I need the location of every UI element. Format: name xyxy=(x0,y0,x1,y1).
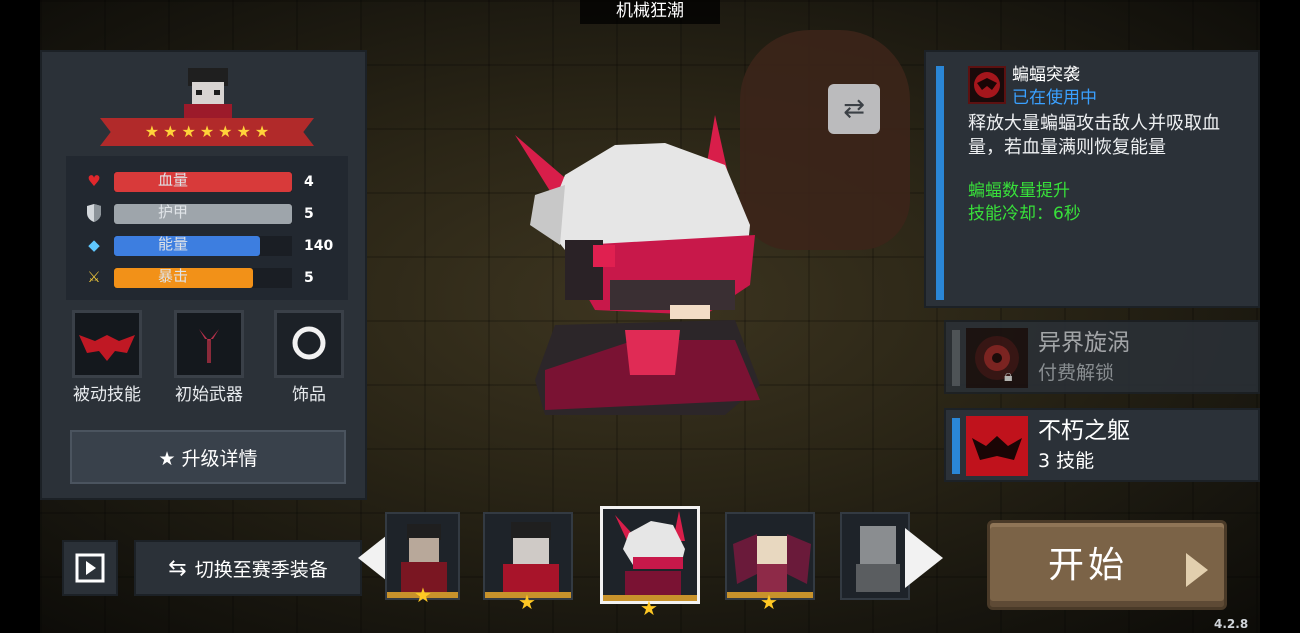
skill-buff-count: 蝙蝠数量提升 xyxy=(968,181,1070,201)
star-rating: ★ ★ ★ ★ ★ ★ ★ xyxy=(100,118,314,146)
start-label: 开始 xyxy=(1048,545,1129,586)
passive-skill-slot[interactable] xyxy=(72,310,142,378)
switch-season-gear-button[interactable]: ⇆ 切换至赛季装备 xyxy=(134,540,362,596)
stat-bar-track xyxy=(114,172,292,192)
character-thumb-4[interactable] xyxy=(725,512,815,600)
start-button[interactable]: 开始 xyxy=(987,520,1227,610)
passive-skill-label: 被动技能 xyxy=(73,385,141,405)
character-thumb-2[interactable] xyxy=(483,512,573,600)
replay-video-button[interactable] xyxy=(62,540,118,596)
ring-icon xyxy=(292,326,326,360)
stat-bar-track xyxy=(114,236,292,256)
play-square-icon xyxy=(75,553,105,583)
stat-label: 护甲 xyxy=(158,203,189,221)
character-sprite-icon xyxy=(733,534,811,592)
stat-row-crit: ⚔ 暴击 5 xyxy=(84,266,334,288)
starting-weapon-slot[interactable] xyxy=(174,310,244,378)
character-sprite-icon xyxy=(615,511,685,597)
accessory-slot[interactable] xyxy=(274,310,344,378)
sword-icon: ⚔ xyxy=(87,268,101,286)
accessory-label: 饰品 xyxy=(292,385,326,405)
skill-accent-bar xyxy=(936,66,944,300)
heart-icon: ♥ xyxy=(87,172,101,190)
letterbox-right xyxy=(1260,0,1300,633)
star-icon: ★ xyxy=(199,122,215,141)
alt-skill-accent xyxy=(952,330,960,386)
character-sprite-icon xyxy=(856,526,900,592)
stat-row-hp: ♥ 血量 4 xyxy=(84,170,334,192)
lock-icon: 🔒︎ xyxy=(1004,366,1013,385)
vortex-skill-icon xyxy=(966,328,1028,388)
bat-swarm-skill-icon xyxy=(968,66,1006,104)
character-thumb-5[interactable] xyxy=(840,512,910,600)
star-icon: ★ xyxy=(236,122,251,141)
vampire-portrait-icon xyxy=(184,68,232,120)
stat-label: 能量 xyxy=(158,235,189,253)
stat-label: 血量 xyxy=(158,171,189,189)
crystal-icon: ◆ xyxy=(88,236,100,254)
character-stats-panel: ★ ★ ★ ★ ★ ★ ★ ♥ 血量 4 护甲 5 ◆ 能量 140 ⚔ 暴击 … xyxy=(40,50,367,500)
star-icon: ★ xyxy=(163,122,178,141)
version-label: 4.2.8 xyxy=(1214,617,1249,631)
play-arrow-icon xyxy=(1186,553,1208,587)
skill-info-panel: 蝙蝠突袭 已在使用中 释放大量蝙蝠攻击敌人并吸取血量，若血量满则恢复能量 蝙蝠数… xyxy=(924,50,1260,308)
stat-bar-track xyxy=(114,204,292,224)
alt-skill-title: 异界旋涡 xyxy=(1038,330,1130,356)
immortal-skill-icon xyxy=(966,416,1028,476)
stat-value: 140 xyxy=(304,238,334,254)
alt-skill-title: 不朽之躯 xyxy=(1038,418,1130,444)
stat-value: 4 xyxy=(304,174,314,190)
character-star-icon: ★ xyxy=(518,590,536,614)
stat-value: 5 xyxy=(304,270,314,286)
swap-skin-button[interactable]: ⇄ xyxy=(828,84,880,134)
stat-bar-fill xyxy=(114,204,292,224)
switch-season-gear-label: 切换至赛季装备 xyxy=(194,558,328,581)
star-icon: ★ xyxy=(254,122,270,141)
shield-icon xyxy=(84,204,104,222)
staff-weapon-icon xyxy=(199,329,219,363)
star-icon: ★ xyxy=(218,122,233,141)
star-icon: ★ xyxy=(181,122,196,141)
stat-row-energy: ◆ 能量 140 xyxy=(84,234,334,256)
skill-description: 释放大量蝙蝠攻击敌人并吸取血量，若血量满则恢复能量 xyxy=(968,113,1220,158)
bat-wings-icon xyxy=(79,335,135,361)
season-title: 机械狂潮 xyxy=(580,0,720,24)
starting-weapon-label: 初始武器 xyxy=(175,385,243,405)
stat-row-armor: 护甲 5 xyxy=(84,202,334,224)
stats-box: ♥ 血量 4 护甲 5 ◆ 能量 140 ⚔ 暴击 5 xyxy=(66,156,348,300)
switch-arrows-icon: ⇆ xyxy=(168,555,187,581)
character-star-icon: ★ xyxy=(414,583,432,607)
alt-skill-accent xyxy=(952,418,960,474)
character-sprite-icon xyxy=(503,522,559,594)
upgrade-details-button[interactable]: ★ 升级详情 xyxy=(70,430,346,484)
game-screen: 机械狂潮 ⇄ ★ ★ ★ ★ ★ ★ ★ ♥ 血量 4 护甲 5 ◆ 能量 14… xyxy=(0,0,1300,633)
alt-skill-subtitle: 付费解锁 xyxy=(1038,362,1115,384)
stat-value: 5 xyxy=(304,206,314,222)
carousel-right-arrow[interactable] xyxy=(905,528,943,588)
character-star-icon: ★ xyxy=(640,596,658,620)
stat-bar-fill xyxy=(114,172,292,192)
alt-skill-subtitle: 3 技能 xyxy=(1038,450,1095,472)
alt-skill-card-immortal[interactable]: 不朽之躯 3 技能 xyxy=(944,408,1260,482)
skill-status: 已在使用中 xyxy=(1012,88,1097,108)
star-icon: ★ xyxy=(144,122,160,141)
character-thumb-selected[interactable] xyxy=(600,506,700,604)
skill-buff-cooldown: 技能冷却：6秒 xyxy=(968,204,1081,224)
swap-arrows-icon: ⇄ xyxy=(843,94,865,124)
alt-skill-card-vortex[interactable]: 异界旋涡 付费解锁 🔒︎ xyxy=(944,320,1260,394)
stat-label: 暴击 xyxy=(158,267,189,285)
vampire-hero-sprite xyxy=(515,115,760,415)
stat-bar-track xyxy=(114,268,292,288)
character-star-icon: ★ xyxy=(760,590,778,614)
letterbox-left xyxy=(0,0,40,633)
skill-name: 蝙蝠突袭 xyxy=(1012,65,1080,85)
